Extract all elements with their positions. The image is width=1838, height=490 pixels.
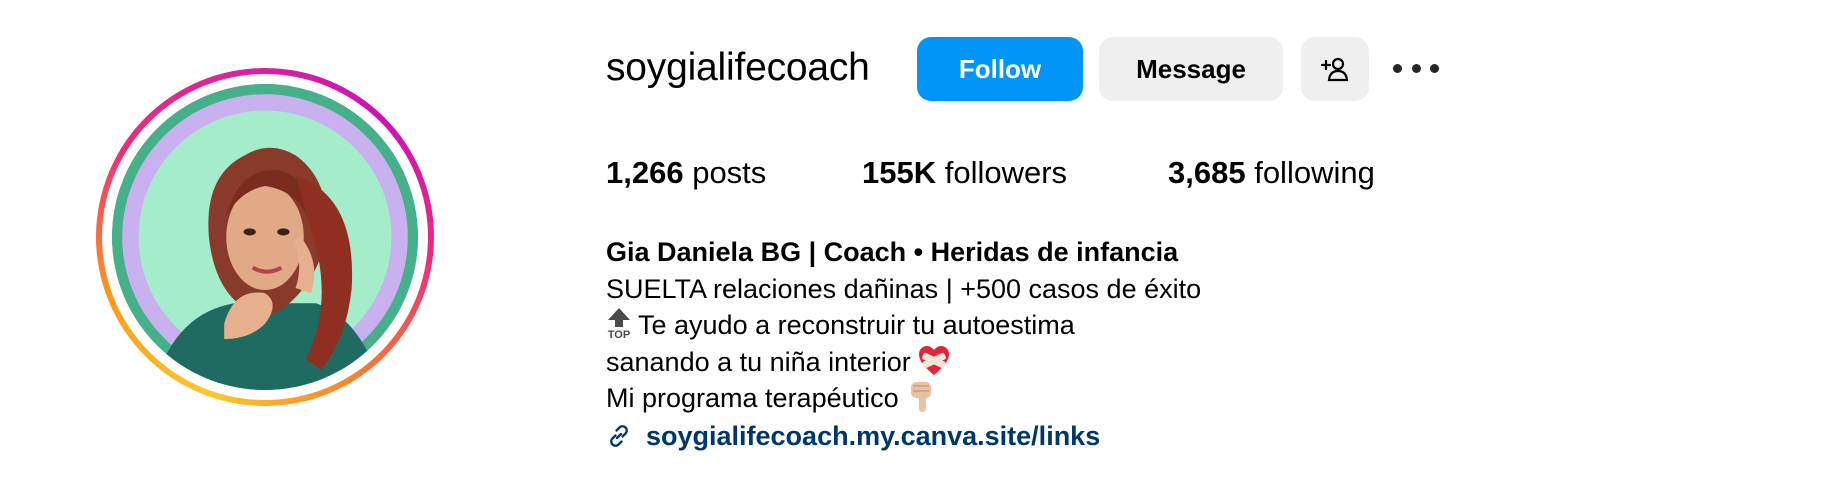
more-options-button[interactable] <box>1393 50 1439 86</box>
bio-link-row[interactable]: soygialifecoach.my.canva.site/links <box>606 418 1201 455</box>
message-button[interactable]: Message <box>1099 37 1283 101</box>
mending-heart-emoji <box>918 345 949 375</box>
posts-count: 1,266 <box>606 155 684 190</box>
link-icon <box>610 424 628 447</box>
top-arrow-emoji: TOP <box>608 308 630 339</box>
bio-line-with-pointing: Mi programa terapéutico <box>606 380 1201 417</box>
follow-button[interactable]: Follow <box>917 37 1083 101</box>
add-user-icon <box>1320 57 1349 82</box>
more-dot <box>1430 63 1439 73</box>
followers-stat[interactable]: 155K followers <box>862 155 1067 191</box>
avatar <box>112 84 418 390</box>
followers-count: 155K <box>862 155 937 190</box>
following-label: following <box>1254 155 1375 190</box>
bio-line: Te ayudo a reconstruir tu autoestima <box>638 310 1075 340</box>
bio-line-with-top-emoji: TOP Te ayudo a reconstruir tu autoestima <box>606 307 1201 344</box>
profile-bio: Gia Daniela BG | Coach • Heridas de infa… <box>606 234 1201 454</box>
avatar-image <box>112 84 418 390</box>
svg-text:TOP: TOP <box>608 329 630 339</box>
more-dot <box>1393 63 1402 73</box>
bio-line: sanando a tu niña interior <box>606 346 911 377</box>
following-stat[interactable]: 3,685 following <box>1168 155 1375 191</box>
posts-label: posts <box>692 155 767 190</box>
profile-avatar-ring[interactable] <box>96 68 434 406</box>
posts-stat: 1,266 posts <box>606 155 766 191</box>
add-user-button[interactable] <box>1301 37 1369 101</box>
bio-line: Mi programa terapéutico <box>606 383 899 413</box>
bio-line: SUELTA relaciones dañinas | +500 casos d… <box>606 273 1202 304</box>
following-count: 3,685 <box>1168 155 1246 190</box>
more-dot <box>1411 63 1421 73</box>
bio-line-with-heart: sanando a tu niña interior <box>606 344 1201 381</box>
pointing-down-emoji <box>910 382 931 412</box>
profile-username: soygialifecoach <box>606 46 870 89</box>
bio-link[interactable]: soygialifecoach.my.canva.site/links <box>646 418 1100 455</box>
display-name: Gia Daniela BG | Coach • Heridas de infa… <box>606 237 1179 267</box>
followers-label: followers <box>944 155 1068 190</box>
